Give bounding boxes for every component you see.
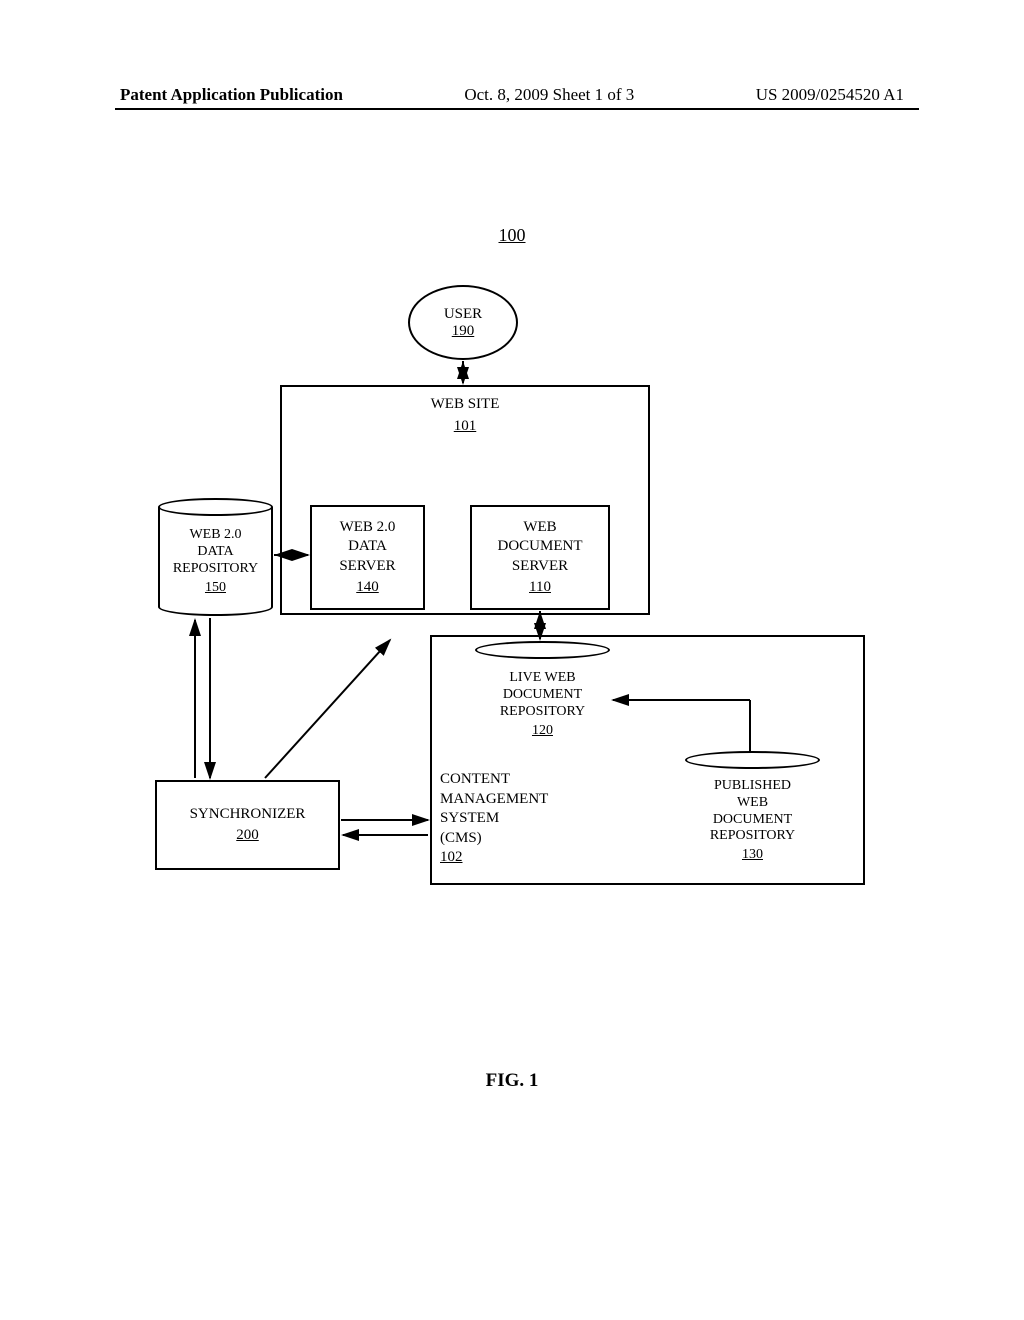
page-header: Patent Application Publication Oct. 8, 2… bbox=[0, 85, 1024, 105]
web-doc-server-line1: WEB bbox=[523, 518, 556, 538]
live-repo-line3: REPOSITORY bbox=[500, 704, 585, 721]
synchronizer-node: SYNCHRONIZER 200 bbox=[155, 780, 340, 870]
diagram-container: USER 190 WEB SITE 101 WEB 2.0 DATA SERVE… bbox=[130, 225, 890, 925]
cms-line1: CONTENT bbox=[440, 770, 548, 790]
web20-server-line3: SERVER bbox=[339, 557, 395, 577]
web20-repo-ref: 150 bbox=[173, 580, 258, 597]
web20-data-server-node: WEB 2.0 DATA SERVER 140 bbox=[310, 505, 425, 610]
website-label: WEB SITE bbox=[431, 395, 500, 415]
website-ref: 101 bbox=[454, 417, 477, 437]
web-doc-server-line2: DOCUMENT bbox=[498, 537, 583, 557]
live-repo-line1: LIVE WEB bbox=[500, 670, 585, 687]
live-repo-ref: 120 bbox=[500, 723, 585, 740]
web20-repo-cylinder: WEB 2.0 DATA REPOSITORY 150 bbox=[158, 507, 273, 607]
user-ref: 190 bbox=[452, 323, 475, 340]
web-doc-server-node: WEB DOCUMENT SERVER 110 bbox=[470, 505, 610, 610]
header-divider bbox=[115, 108, 919, 110]
pub-repo-cylinder: PUBLISHED WEB DOCUMENT REPOSITORY 130 bbox=[685, 760, 820, 872]
web20-server-ref: 140 bbox=[356, 578, 379, 598]
sync-ref: 200 bbox=[236, 826, 259, 846]
web20-repo-line3: REPOSITORY bbox=[173, 561, 258, 578]
web-doc-server-ref: 110 bbox=[529, 578, 551, 598]
sync-label: SYNCHRONIZER bbox=[190, 805, 306, 825]
live-repo-line2: DOCUMENT bbox=[500, 687, 585, 704]
cms-label-block: CONTENT MANAGEMENT SYSTEM (CMS) 102 bbox=[440, 770, 548, 868]
web20-repo-line2: DATA bbox=[173, 544, 258, 561]
web20-server-line2: DATA bbox=[348, 537, 387, 557]
header-center: Oct. 8, 2009 Sheet 1 of 3 bbox=[464, 85, 634, 105]
pub-repo-ref: 130 bbox=[710, 847, 795, 864]
pub-repo-line2: WEB bbox=[710, 795, 795, 812]
cms-line2: MANAGEMENT bbox=[440, 790, 548, 810]
user-label: USER bbox=[444, 306, 482, 323]
web-doc-server-line3: SERVER bbox=[512, 557, 568, 577]
figure-caption: FIG. 1 bbox=[486, 1070, 539, 1092]
live-repo-cylinder: LIVE WEB DOCUMENT REPOSITORY 120 bbox=[475, 650, 610, 750]
header-right: US 2009/0254520 A1 bbox=[756, 85, 904, 105]
pub-repo-line3: DOCUMENT bbox=[710, 812, 795, 829]
cms-line4: (CMS) bbox=[440, 829, 548, 849]
cms-ref: 102 bbox=[440, 848, 548, 868]
cms-line3: SYSTEM bbox=[440, 809, 548, 829]
header-left: Patent Application Publication bbox=[120, 85, 343, 105]
user-node: USER 190 bbox=[408, 285, 518, 360]
web20-server-line1: WEB 2.0 bbox=[340, 518, 396, 538]
web20-repo-line1: WEB 2.0 bbox=[173, 527, 258, 544]
pub-repo-line1: PUBLISHED bbox=[710, 778, 795, 795]
pub-repo-line4: REPOSITORY bbox=[710, 828, 795, 845]
